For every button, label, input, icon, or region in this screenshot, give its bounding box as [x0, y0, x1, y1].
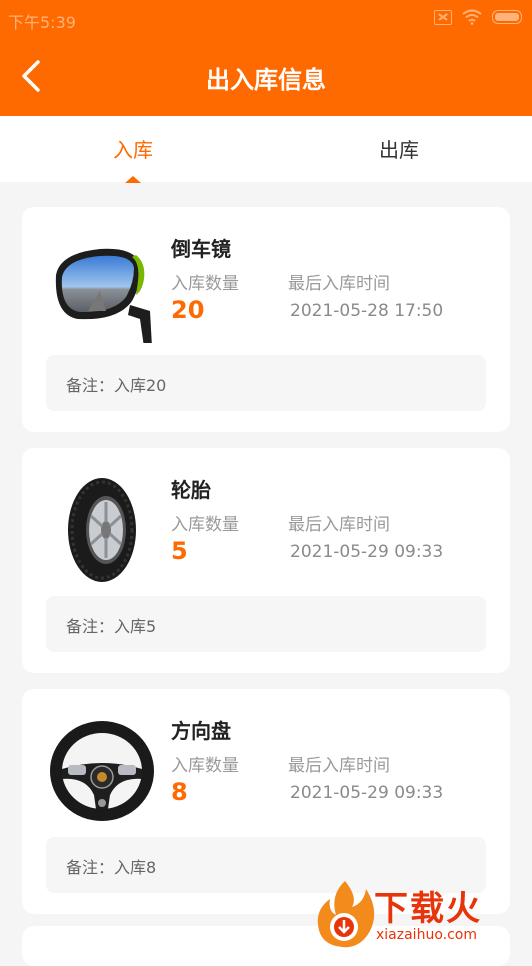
- page-title: 出入库信息: [206, 66, 326, 94]
- battery-icon: [492, 10, 522, 24]
- time-label: 最后入库时间: [288, 515, 390, 535]
- status-time: 下午5:39: [8, 13, 76, 32]
- status-icons: [434, 9, 522, 25]
- note-text: 备注：入库20: [66, 376, 167, 395]
- time-value: 2021-05-29 09:33: [290, 542, 444, 562]
- time-label: 最后入库时间: [288, 274, 390, 294]
- qty-label: 入库数量: [171, 515, 239, 535]
- tab-outbound[interactable]: 出库: [266, 134, 532, 163]
- tire-icon: [68, 478, 136, 582]
- tab-bar: 入库 出库: [0, 116, 532, 182]
- note-text: 备注：入库8: [66, 858, 157, 877]
- note-text: 备注：入库5: [66, 617, 157, 636]
- watermark: 下载火 xiazaihuo.com: [312, 877, 532, 951]
- status-bar: 下午5:39: [0, 0, 532, 36]
- qty-label: 入库数量: [171, 756, 239, 776]
- tab-inbound[interactable]: 入库: [0, 134, 266, 163]
- qty-value: 5: [171, 537, 188, 565]
- flame-logo-icon: [317, 881, 375, 948]
- qty-label: 入库数量: [171, 274, 239, 294]
- steering-wheel-icon: [50, 721, 154, 821]
- item-name: 倒车镜: [171, 237, 231, 261]
- no-sim-icon: [434, 9, 452, 25]
- note-box: 备注：入库20: [46, 355, 486, 411]
- qty-value: 20: [171, 296, 205, 324]
- watermark-url: xiazaihuo.com: [376, 927, 477, 943]
- item-name: 轮胎: [171, 478, 211, 502]
- list-item[interactable]: 轮胎 入库数量 最后入库时间 5 2021-05-29 09:33 备注：入库5: [22, 448, 510, 673]
- mirror-icon: [55, 248, 152, 343]
- watermark-text: 下载火: [374, 889, 482, 929]
- time-value: 2021-05-28 17:50: [290, 301, 444, 321]
- list-item[interactable]: 倒车镜 入库数量 最后入库时间 20 2021-05-28 17:50 备注：入…: [22, 207, 510, 432]
- qty-value: 8: [171, 778, 188, 806]
- note-box: 备注：入库5: [46, 596, 486, 652]
- time-value: 2021-05-29 09:33: [290, 783, 444, 803]
- app-bar: 出入库信息: [0, 36, 532, 116]
- tab-active-indicator: [125, 176, 141, 183]
- wifi-icon: [462, 9, 482, 25]
- item-name: 方向盘: [171, 719, 231, 743]
- time-label: 最后入库时间: [288, 756, 390, 776]
